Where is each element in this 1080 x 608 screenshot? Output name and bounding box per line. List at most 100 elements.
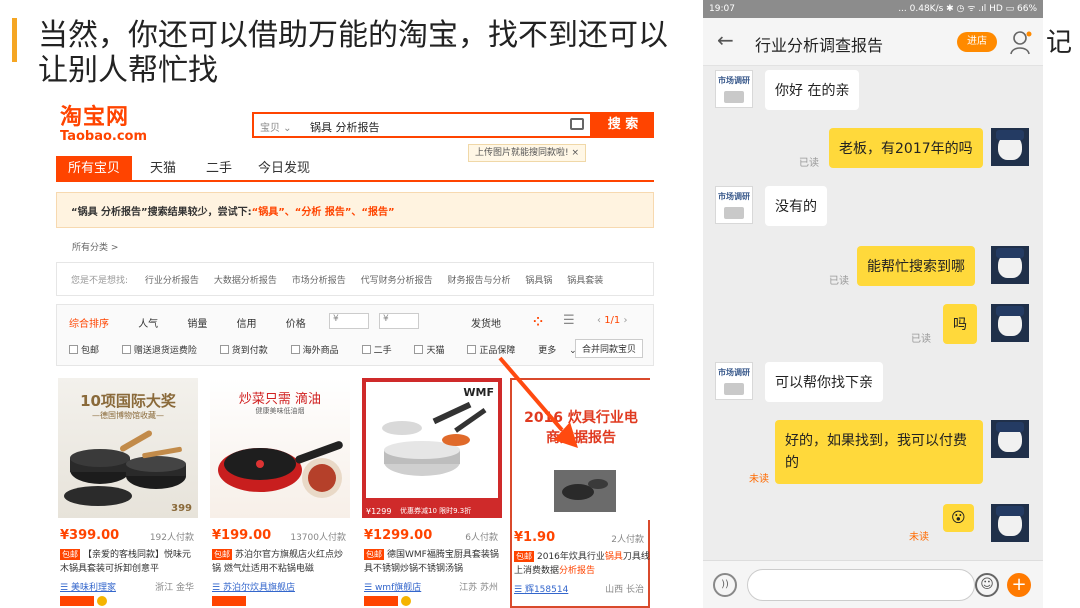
title-accent-bar (12, 18, 17, 62)
voice-icon[interactable]: )) (713, 573, 737, 597)
product-location: 江苏 苏州 (459, 583, 498, 593)
filter-overseas[interactable]: 海外商品 (290, 345, 349, 356)
filter-free-shipping[interactable]: 包邮 (69, 345, 109, 356)
filter-return-insurance[interactable]: 赠送退货运费险 (121, 345, 207, 356)
product-badges (212, 596, 272, 608)
free-shipping-tag: 包邮 (514, 551, 534, 562)
did-you-mean-bar: 您是不是想找: 行业分析报告 大数据分析报告 市场分析报告 代写财务分析报告 财… (56, 262, 654, 296)
camera-icon[interactable] (570, 118, 584, 130)
logo-en: Taobao.com (60, 129, 148, 144)
tab-today-discover[interactable]: 今日发现 (258, 156, 310, 182)
shop-avatar[interactable]: 市场调研 (715, 186, 753, 224)
shop-avatar[interactable]: 市场调研 (715, 362, 753, 400)
tab-all-items[interactable]: 所有宝贝 (56, 156, 133, 182)
tab-second-hand[interactable]: 二手 (206, 156, 232, 182)
tab-tmall[interactable]: 天猫 (150, 156, 176, 182)
search-box[interactable]: 宝贝 ⌄ 锅具 分析报告 (252, 112, 592, 138)
suggestion-link[interactable]: 行业分析报告 (145, 276, 199, 286)
shop-link[interactable]: ☰ 苏泊尔炊具旗舰店 (212, 580, 295, 593)
enter-shop-button[interactable]: 进店 (957, 32, 997, 52)
shop-avatar[interactable]: 市场调研 (715, 70, 753, 108)
user-avatar[interactable] (991, 304, 1029, 342)
slide: 当然，你还可以借助万能的淘宝，找不到还可以让别人帮忙找 记 淘宝网 Taobao… (0, 0, 1080, 608)
pager[interactable]: ‹ 1/1 › (597, 315, 627, 326)
few-results-notice: “锅具 分析报告”搜索结果较少，尝试下:“锅具”、“分析 报告”、“报告” (56, 192, 654, 228)
all-categories-link[interactable]: 所有分类 > (72, 240, 118, 253)
product-paid-count: 192人付款 (149, 533, 194, 543)
did-you-mean-label: 您是不是想找: (71, 276, 129, 286)
taobao-search-page: 淘宝网 Taobao.com 宝贝 ⌄ 锅具 分析报告 搜 索 上传图片就能搜同… (56, 92, 656, 608)
emoji-icon[interactable]: ☺ (975, 573, 999, 597)
shop-link[interactable]: ☰ wmf旗舰店 (364, 580, 421, 593)
notice-keywords[interactable]: “锅具”、“分析 报告”、“报告” (252, 207, 395, 218)
user-avatar[interactable] (991, 420, 1029, 458)
suggestion-link[interactable]: 市场分析报告 (292, 276, 346, 286)
sort-sales[interactable]: 销量 (187, 319, 207, 330)
search-button[interactable]: 搜 索 (592, 112, 654, 138)
person-icon[interactable] (1009, 30, 1033, 56)
chat-title: 行业分析调查报告 (755, 36, 884, 55)
message-bubble-right: 好的，如果找到，我可以付费的 (775, 420, 983, 484)
user-avatar[interactable] (991, 128, 1029, 166)
product-title[interactable]: 包邮 德国WMF福腾宝厨具套装锅具不锈钢炒锅不锈钢汤锅 (364, 548, 500, 576)
image-price: 399 (171, 503, 192, 514)
image-coupon: 优惠券减10 限时9.3折 (400, 507, 472, 515)
product-card[interactable]: 10项国际大奖 —德国博物馆收藏— 399 ¥399.00 192人付款 包邮 … (58, 378, 198, 608)
message-bubble-right: 能帮忙搜索到哪 (857, 246, 975, 286)
ship-from-select[interactable]: 发货地 (471, 315, 501, 330)
suggestion-link[interactable]: 锅具锅 (525, 276, 552, 286)
message-bubble-left: 可以帮你找下亲 (765, 362, 883, 402)
product-card[interactable]: WMF ¥1299 优惠券减10 限时9.3折 ¥1299.00 6人付款 包邮… (362, 378, 502, 608)
free-shipping-tag: 包邮 (364, 549, 384, 560)
product-image[interactable]: WMF ¥1299 优惠券减10 限时9.3折 (362, 378, 502, 518)
product-price: ¥1.90 (514, 530, 556, 545)
filter-tmall[interactable]: 天猫 (414, 345, 454, 356)
product-card[interactable]: 炒菜只需 滴油 健康美味低油烟 ¥199.00 13700人付款 包邮 苏泊尔官方… (210, 378, 350, 608)
price-min-input[interactable]: ¥ (329, 313, 369, 329)
suggestion-link[interactable]: 锅具套装 (567, 276, 603, 286)
message-input[interactable] (747, 569, 975, 601)
product-badges (60, 596, 120, 608)
price-max-input[interactable]: ¥ (379, 313, 419, 329)
user-avatar[interactable] (991, 246, 1029, 284)
pot-set-illustration (64, 430, 186, 506)
filter-second-hand[interactable]: 二手 (361, 345, 402, 356)
suggestion-link[interactable]: 代写财务分析报告 (361, 276, 433, 286)
read-status: 已读 (911, 334, 931, 345)
product-paid-count: 6人付款 (465, 533, 498, 543)
list-view-icon[interactable]: ☰ (563, 313, 575, 328)
chat-header: ← 行业分析调查报告 进店 (703, 18, 1043, 66)
product-location: 山西 长治 (605, 585, 644, 595)
search-input[interactable]: 锅具 分析报告 (310, 119, 380, 135)
suggestion-link[interactable]: 大数据分析报告 (214, 276, 277, 286)
back-arrow-icon[interactable]: ← (717, 28, 734, 52)
sort-credit[interactable]: 信用 (237, 319, 257, 330)
sort-options: 综合排序 人气 销量 信用 价格 ⌄ (69, 315, 369, 330)
shop-link[interactable]: ☰ 辉158514 (514, 582, 568, 595)
message-bubble-right: 吗 (943, 304, 977, 344)
taobao-logo[interactable]: 淘宝网 Taobao.com (60, 106, 147, 144)
grid-view-icon[interactable]: ⁘ (533, 315, 543, 329)
product-title[interactable]: 包邮 苏泊尔官方旗舰店火红点炒锅 燃气灶适用不粘锅电磁 (212, 548, 348, 576)
read-status: 已读 (799, 158, 819, 169)
filter-cod[interactable]: 货到付款 (219, 345, 278, 356)
product-paid-count: 2人付款 (611, 535, 644, 545)
product-image[interactable]: 10项国际大奖 —德国博物馆收藏— 399 (58, 378, 198, 518)
status-bar: 19:07 ... 0.48K/s ✱ ◷ ᯤ .ıl HD ▭ 66% (703, 0, 1043, 18)
chat-messages: 市场调研 你好 在的亲 已读 老板，有2017年的吗 市场调研 没有的 已读 能… (703, 66, 1043, 560)
sort-comprehensive[interactable]: 综合排序 (69, 319, 109, 330)
message-bubble-right: 老板，有2017年的吗 (829, 128, 983, 168)
product-image[interactable]: 炒菜只需 滴油 健康美味低油烟 (210, 378, 350, 518)
suggestion-link[interactable]: 财务报告与分析 (447, 276, 510, 286)
product-location: 浙江 金华 (155, 583, 194, 593)
logo-cn: 淘宝网 (60, 105, 130, 130)
user-avatar[interactable] (991, 504, 1029, 542)
product-title[interactable]: 包邮 【亲爱的客栈同款】悦味元木锅具套装可拆卸创意平 (60, 548, 196, 576)
product-title[interactable]: 包邮 2016年炊具行业锅具刀具线上消费数据分析报告 (514, 550, 650, 578)
plus-icon[interactable]: + (1007, 573, 1031, 597)
cookware-set-illustration (382, 401, 487, 476)
shop-link[interactable]: ☰ 美味利理家 (60, 580, 116, 593)
product-badges (364, 596, 424, 608)
search-scope-select[interactable]: 宝贝 ⌄ (260, 119, 292, 134)
sort-popularity[interactable]: 人气 (138, 319, 158, 330)
